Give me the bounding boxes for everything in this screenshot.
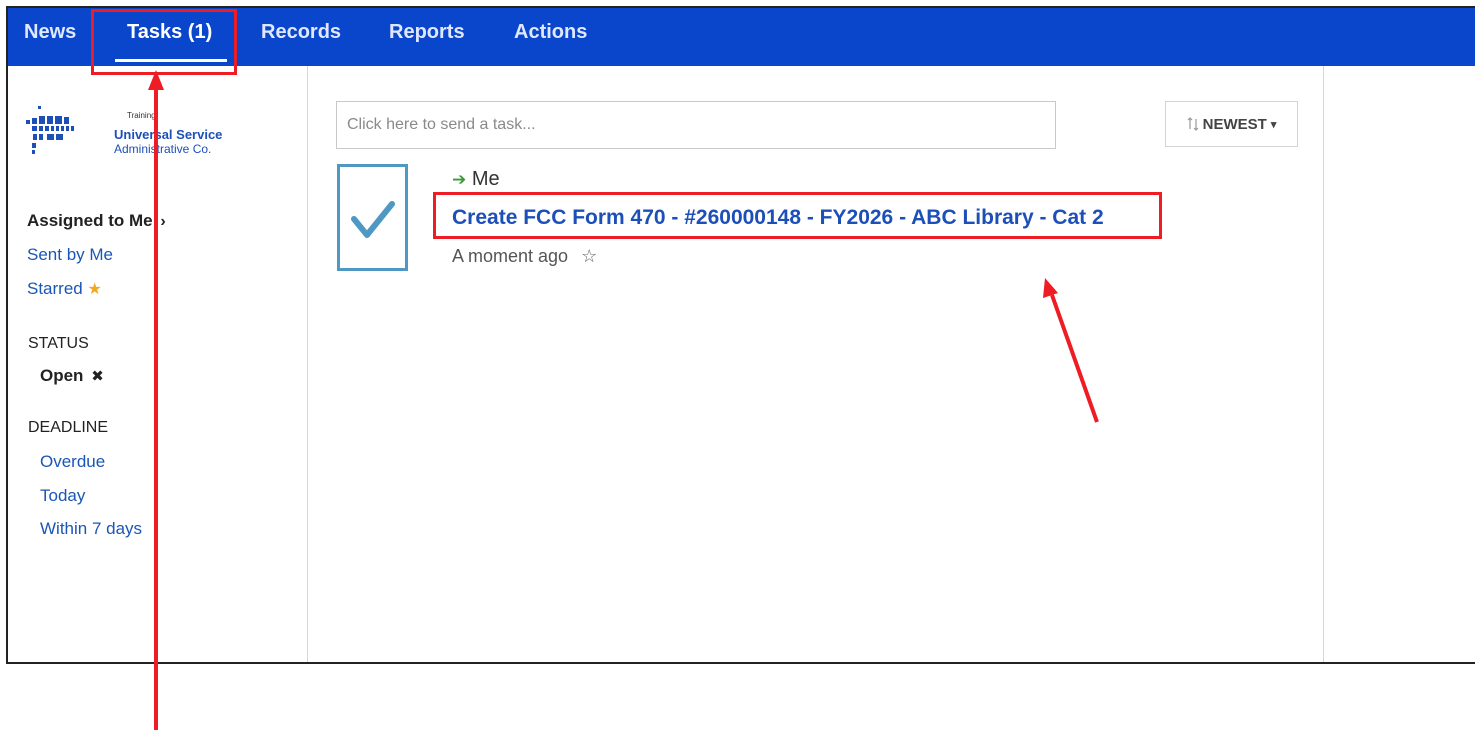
annotation-arrow-diagonal-icon bbox=[1043, 278, 1099, 423]
annotation-arrow-up-icon bbox=[148, 70, 164, 730]
annotation-arrows bbox=[148, 70, 1099, 730]
